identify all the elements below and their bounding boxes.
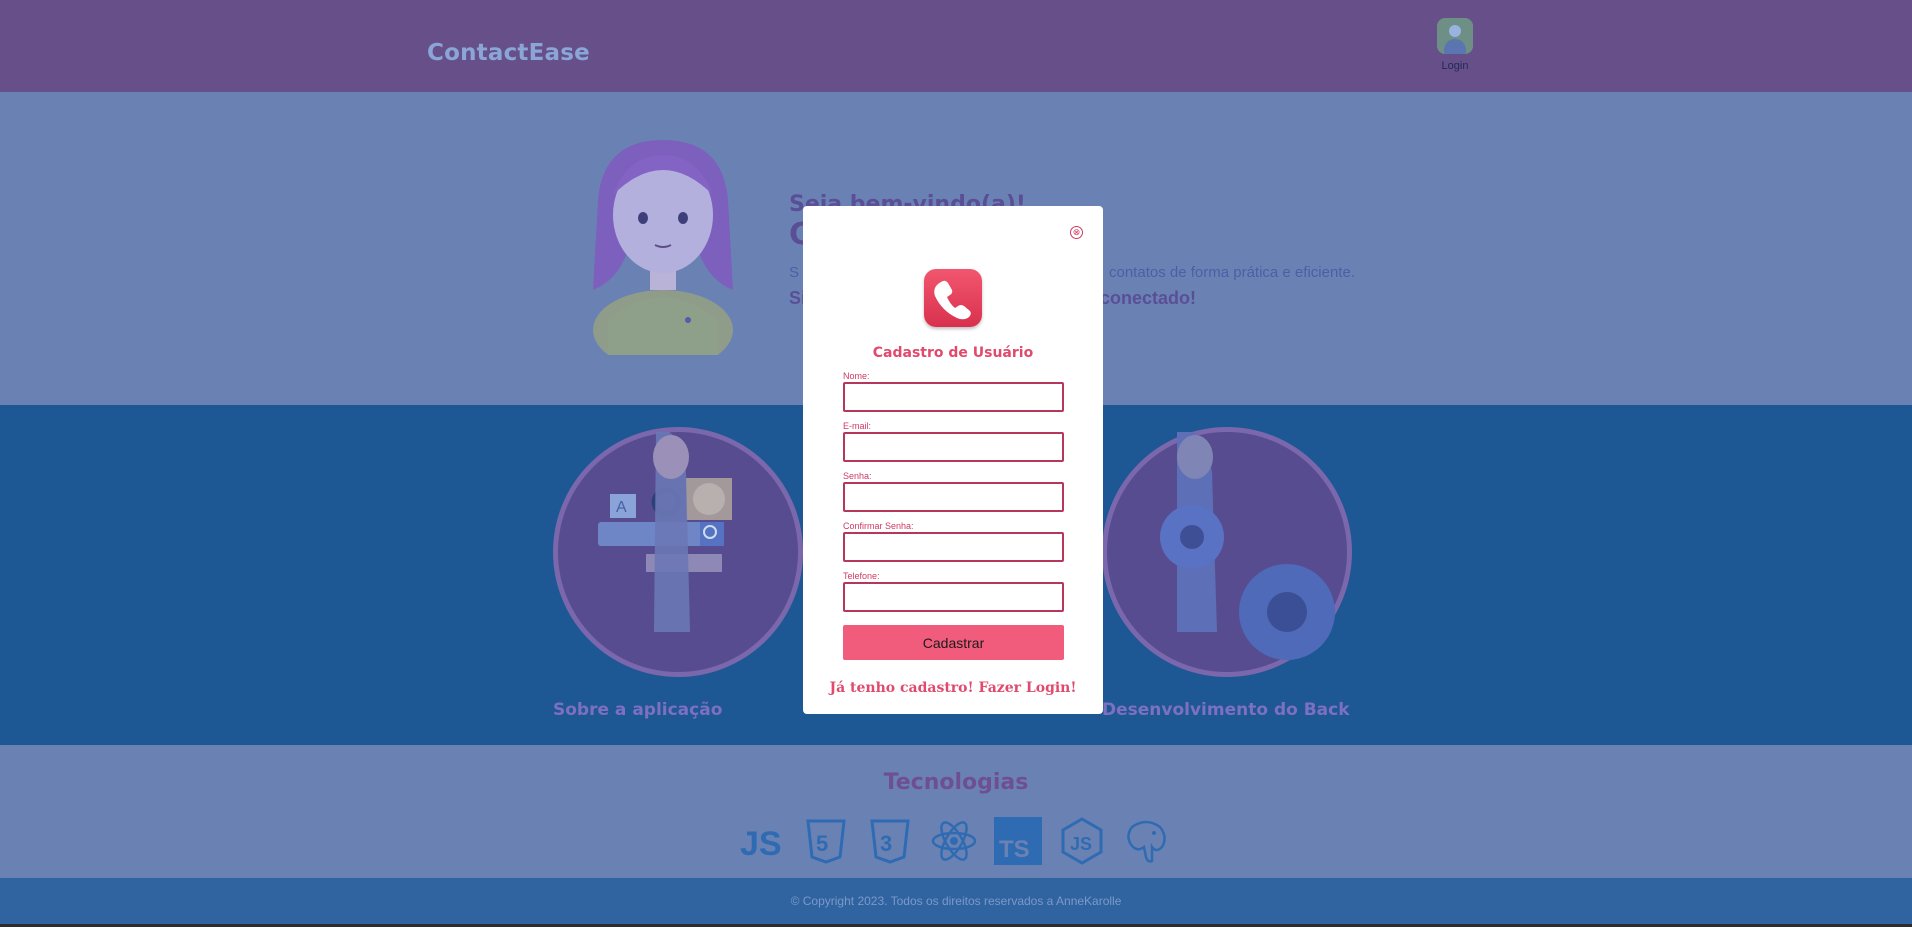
register-button[interactable]: Cadastrar bbox=[843, 625, 1064, 660]
footer: © Copyright 2023. Todos os direitos rese… bbox=[0, 878, 1912, 924]
backend-card-image[interactable] bbox=[1102, 427, 1352, 677]
svg-text:TS: TS bbox=[999, 836, 1030, 863]
svg-text:JS: JS bbox=[1070, 834, 1092, 854]
hero-tagline-right: conectado! bbox=[1100, 288, 1197, 308]
register-title: Cadastro de Usuário bbox=[872, 345, 1034, 361]
name-field-group: Nome: bbox=[843, 371, 1064, 412]
about-card-title[interactable]: Sobre a aplicação bbox=[553, 700, 722, 720]
password-field-group: Senha: bbox=[843, 471, 1064, 512]
phone-input[interactable] bbox=[843, 582, 1064, 612]
about-card-image[interactable]: A bbox=[553, 427, 803, 677]
technologies-title: Tecnologias bbox=[883, 770, 1029, 795]
top-navbar: ContactEase Login bbox=[0, 0, 1912, 92]
gears-illustration bbox=[1160, 430, 1335, 660]
name-input[interactable] bbox=[843, 382, 1064, 412]
svg-text:3: 3 bbox=[880, 831, 892, 856]
name-label: Nome: bbox=[843, 371, 870, 381]
backend-card-title[interactable]: Desenvolvimento do Back bbox=[1102, 700, 1350, 720]
search-illustration: A bbox=[598, 430, 732, 632]
password-label: Senha: bbox=[843, 471, 872, 481]
email-field-group: E-mail: bbox=[843, 421, 1064, 462]
copyright-text: © Copyright 2023. Todos os direitos rese… bbox=[790, 894, 1122, 908]
postgresql-icon bbox=[1127, 820, 1166, 863]
user-avatar-icon[interactable] bbox=[1437, 18, 1473, 54]
svg-text:5: 5 bbox=[816, 831, 828, 856]
react-icon bbox=[931, 821, 977, 861]
hero-avatar-illustration bbox=[593, 140, 733, 355]
go-to-login-link[interactable]: Já tenho cadastro! Fazer Login! bbox=[803, 680, 1103, 696]
register-modal: ⊗ Cadastro de Usuário Nome: E-mail: Senh… bbox=[803, 206, 1103, 714]
technologies-section: Tecnologias JS 5 3 TS JS bbox=[0, 745, 1912, 878]
login-nav-button[interactable]: Login bbox=[1432, 18, 1478, 72]
close-icon[interactable]: ⊗ bbox=[1070, 226, 1083, 239]
hero-description-right: contatos de forma prática e eficiente. bbox=[1109, 264, 1355, 281]
typescript-icon: TS bbox=[994, 817, 1042, 865]
confirm-password-input[interactable] bbox=[843, 532, 1064, 562]
hero-description-left: S bbox=[789, 264, 800, 281]
confirm-password-label: Confirmar Senha: bbox=[843, 521, 914, 531]
brand-logo-text[interactable]: ContactEase bbox=[427, 40, 590, 66]
phone-label: Telefone: bbox=[843, 571, 880, 581]
css3-icon: 3 bbox=[870, 819, 910, 864]
javascript-icon: JS bbox=[740, 825, 782, 863]
confirm-password-field-group: Confirmar Senha: bbox=[843, 521, 1064, 562]
password-input[interactable] bbox=[843, 482, 1064, 512]
email-input[interactable] bbox=[843, 432, 1064, 462]
nodejs-icon: JS bbox=[1061, 817, 1103, 865]
phone-app-logo-icon bbox=[924, 269, 982, 327]
svg-text:JS: JS bbox=[740, 825, 782, 863]
login-label[interactable]: Login bbox=[1432, 60, 1478, 72]
html5-icon: 5 bbox=[806, 819, 846, 864]
email-label: E-mail: bbox=[843, 421, 872, 431]
svg-text:A: A bbox=[616, 499, 627, 516]
phone-field-group: Telefone: bbox=[843, 571, 1064, 612]
